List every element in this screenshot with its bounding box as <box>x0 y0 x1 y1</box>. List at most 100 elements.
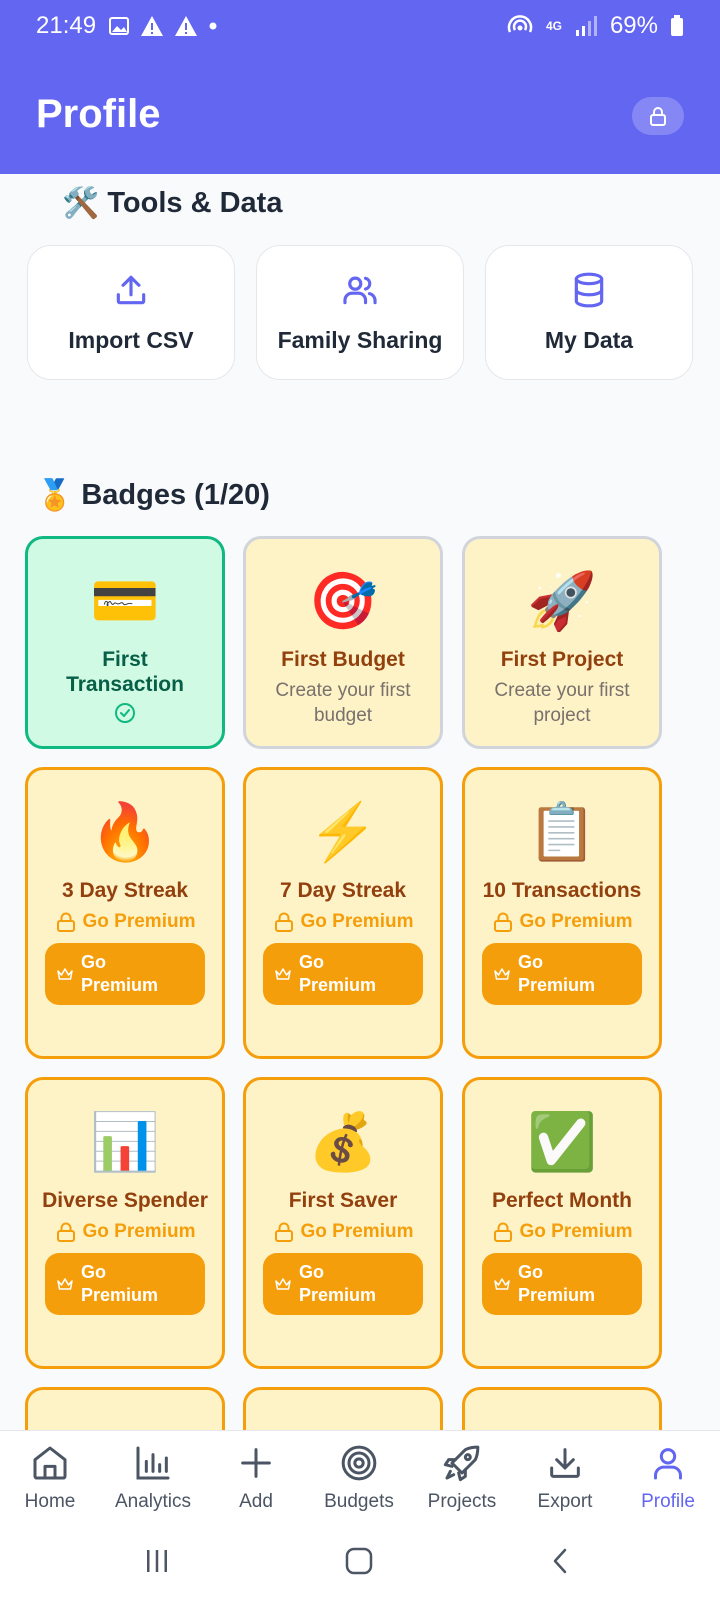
lock-button[interactable] <box>632 97 684 135</box>
target-icon: 🎯 <box>308 569 378 632</box>
crown-icon <box>57 1278 73 1290</box>
nav-item-add[interactable]: Add <box>206 1443 306 1513</box>
badge-3-day-streak[interactable]: 🔥 3 Day Streak Go Premium Go Premium <box>25 767 225 1059</box>
status-time: 21:49 <box>36 12 97 39</box>
badge-perfect-month[interactable]: ✅ Perfect Month Go Premium Go Premium <box>462 1077 662 1369</box>
bottom-navigation: Home Analytics Add Budgets Projects Expo… <box>0 1430 720 1530</box>
badge-first-saver[interactable]: 💰 First Saver Go Premium Go Premium <box>243 1077 443 1369</box>
lock-icon <box>274 912 293 932</box>
badge-name: 3 Day Streak <box>61 879 189 902</box>
check-mark-icon: ✅ <box>527 1110 597 1173</box>
lock-icon <box>274 1222 293 1242</box>
premium-lock-text: Go Premium <box>519 911 633 932</box>
go-premium-button[interactable]: Go Premium <box>482 943 642 1005</box>
nav-label: Home <box>24 1491 76 1512</box>
check-circle-icon <box>115 703 135 723</box>
go-premium-label: Go Premium <box>81 1262 159 1305</box>
status-bar: 21:49 4G 69% <box>0 0 720 52</box>
my-data-card[interactable]: My Data <box>485 245 693 380</box>
premium-lock-text: Go Premium <box>519 1221 633 1242</box>
nav-item-analytics[interactable]: Analytics <box>103 1443 203 1513</box>
back-icon[interactable] <box>546 1546 576 1576</box>
medal-icon: 🏅 <box>36 479 74 512</box>
tools-title: Tools & Data <box>107 187 283 219</box>
system-navigation-bar <box>0 1530 720 1600</box>
nav-label: Analytics <box>114 1491 192 1512</box>
fire-icon: 🔥 <box>90 800 160 863</box>
family-sharing-card[interactable]: Family Sharing <box>256 245 464 380</box>
badges-title: Badges (1/20) <box>81 479 270 511</box>
badge-name: First Saver <box>288 1189 398 1212</box>
premium-lock: Go Premium <box>492 911 633 933</box>
recent-apps-icon[interactable] <box>142 1546 172 1576</box>
database-icon <box>574 272 604 308</box>
badge-name: 10 Transactions <box>482 879 642 902</box>
badges-section-title: 🏅 Badges (1/20) <box>36 478 270 513</box>
clipboard-icon: 📋 <box>527 800 597 863</box>
signal-icon <box>575 16 597 36</box>
battery-icon <box>671 15 683 36</box>
lock-icon <box>56 1222 75 1242</box>
crown-icon <box>275 1278 291 1290</box>
user-icon <box>654 1448 682 1480</box>
badge-diverse-spender[interactable]: 📊 Diverse Spender Go Premium Go Premium <box>25 1077 225 1369</box>
credit-card-icon: 💳 <box>90 569 160 632</box>
nav-item-profile[interactable]: Profile <box>618 1443 718 1513</box>
badge-7-day-streak[interactable]: ⚡ 7 Day Streak Go Premium Go Premium <box>243 767 443 1059</box>
go-premium-label: Go Premium <box>81 952 159 995</box>
home-icon <box>33 1446 67 1480</box>
nav-label: Profile <box>641 1491 695 1512</box>
badge-first-budget[interactable]: 🎯 First Budget Create your first budget <box>243 536 443 749</box>
tools-emoji-icon: 🛠️ <box>62 187 100 220</box>
notification-icons <box>108 15 218 37</box>
plus-icon <box>241 1448 271 1478</box>
badge-name: First Project <box>500 648 624 671</box>
badge-name: First Budget <box>281 648 405 671</box>
badge-name: First Transaction <box>66 648 184 696</box>
badge-first-transaction[interactable]: 💳 First Transaction <box>25 536 225 749</box>
badge-first-project[interactable]: 🚀 First Project Create your first projec… <box>462 536 662 749</box>
crown-icon <box>275 968 291 980</box>
bar-chart-icon: 📊 <box>90 1110 160 1173</box>
nav-item-home[interactable]: Home <box>0 1443 100 1513</box>
nav-item-projects[interactable]: Projects <box>412 1443 512 1513</box>
badge-10-transactions[interactable]: 📋 10 Transactions Go Premium Go Premium <box>462 767 662 1059</box>
dot-icon <box>209 22 217 30</box>
download-icon <box>550 1448 580 1478</box>
badge-description: Create your first budget <box>275 680 411 726</box>
go-premium-button[interactable]: Go Premium <box>263 1253 423 1315</box>
lock-icon <box>493 912 512 932</box>
premium-lock: Go Premium <box>273 911 413 933</box>
premium-lock-text: Go Premium <box>82 911 196 932</box>
badge-name: Diverse Spender <box>42 1189 208 1212</box>
nav-label: Projects <box>427 1491 497 1512</box>
go-premium-button[interactable]: Go Premium <box>263 943 423 1005</box>
import-csv-card[interactable]: Import CSV <box>27 245 235 380</box>
tools-section-title: 🛠️ Tools & Data <box>62 186 282 221</box>
app-header: Profile <box>0 52 720 174</box>
nav-item-export[interactable]: Export <box>515 1443 615 1513</box>
crown-icon <box>494 1278 510 1290</box>
page-title: Profile <box>36 92 161 136</box>
premium-lock-text: Go Premium <box>82 1221 196 1242</box>
crown-icon <box>57 968 73 980</box>
lock-icon <box>650 107 666 126</box>
rocket-icon: 🚀 <box>527 569 597 632</box>
home-button-icon[interactable] <box>344 1546 374 1576</box>
network-type: 4G <box>545 19 562 33</box>
crown-icon <box>494 968 510 980</box>
go-premium-button[interactable]: Go Premium <box>45 1253 205 1315</box>
premium-lock-text: Go Premium <box>300 1221 414 1242</box>
go-premium-label: Go Premium <box>299 1262 377 1305</box>
image-icon <box>109 17 130 35</box>
go-premium-button[interactable]: Go Premium <box>45 943 205 1005</box>
go-premium-label: Go Premium <box>299 952 377 995</box>
nav-item-budgets[interactable]: Budgets <box>309 1443 409 1513</box>
premium-lock: Go Premium <box>273 1221 414 1243</box>
go-premium-button[interactable]: Go Premium <box>482 1253 642 1315</box>
nav-label: Export <box>537 1491 593 1512</box>
premium-lock: Go Premium <box>55 1221 196 1243</box>
nav-label: Add <box>239 1491 273 1512</box>
warning-icon <box>175 16 198 36</box>
money-bag-icon: 💰 <box>308 1110 378 1173</box>
